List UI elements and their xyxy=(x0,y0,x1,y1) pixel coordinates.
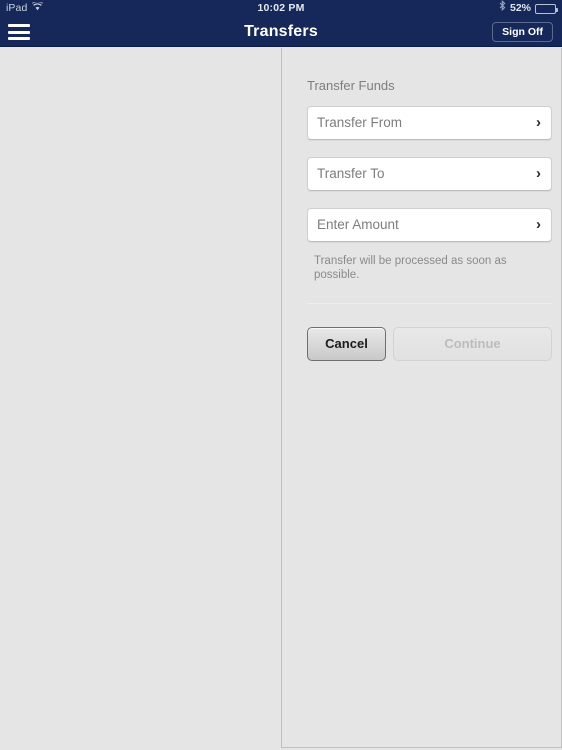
status-bar: iPad 10:02 PM 52% xyxy=(0,0,562,17)
status-bar-right: 52% xyxy=(499,0,558,17)
bluetooth-icon xyxy=(499,0,506,17)
battery-icon xyxy=(535,3,558,14)
status-bar-time: 10:02 PM xyxy=(257,2,305,14)
app-root: iPad 10:02 PM 52% Transfers Sign Off Tra… xyxy=(0,0,562,750)
left-pane xyxy=(0,48,281,750)
chevron-right-icon: › xyxy=(536,216,541,233)
sign-off-button[interactable]: Sign Off xyxy=(492,22,553,42)
chevron-right-icon: › xyxy=(536,114,541,131)
cancel-button[interactable]: Cancel xyxy=(307,327,386,361)
chevron-right-icon: › xyxy=(536,165,541,182)
section-title: Transfer Funds xyxy=(307,78,395,93)
continue-button[interactable]: Continue xyxy=(393,327,552,361)
transfer-funds-panel: Transfer Funds Transfer From › Transfer … xyxy=(281,48,562,748)
transfer-from-label: Transfer From xyxy=(317,115,403,130)
transfer-to-field[interactable]: Transfer To › xyxy=(307,157,552,191)
enter-amount-label: Enter Amount xyxy=(317,217,399,232)
navigation-bar: Transfers Sign Off xyxy=(0,17,562,47)
page-title: Transfers xyxy=(244,23,318,40)
section-divider xyxy=(307,303,552,304)
battery-percent-label: 52% xyxy=(509,2,531,14)
enter-amount-field[interactable]: Enter Amount › xyxy=(307,208,552,242)
helper-text: Transfer will be processed as soon as po… xyxy=(314,255,507,281)
transfer-to-label: Transfer To xyxy=(317,166,385,181)
transfer-from-field[interactable]: Transfer From › xyxy=(307,106,552,140)
